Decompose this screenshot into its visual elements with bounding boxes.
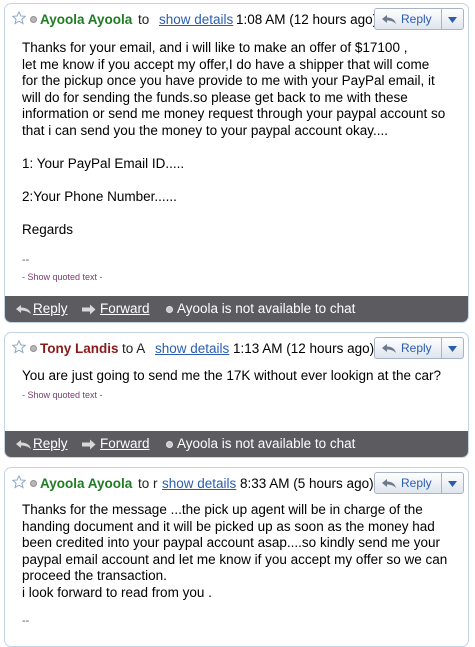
show-quoted-text-link[interactable]: - Show quoted text - — [22, 269, 448, 286]
message-header[interactable]: Ayoola Ayoola to r show details 8:33 AM … — [5, 468, 468, 498]
footer-reply-link[interactable]: Reply — [33, 301, 68, 316]
recipient-text: to — [138, 12, 150, 27]
recipient-text: to A — [122, 341, 146, 356]
reply-button-label: Reply — [401, 476, 432, 490]
footer-reply-link[interactable]: Reply — [33, 436, 68, 451]
recipient-text: to r — [138, 476, 158, 491]
body-line: been credited into your paypal account a… — [22, 535, 440, 550]
reply-button[interactable]: Reply — [374, 8, 442, 30]
body-line: 2:Your Phone Number...... — [22, 188, 177, 204]
chat-status-icon — [166, 441, 173, 448]
body-line — [22, 205, 448, 222]
reply-button-label: Reply — [401, 12, 432, 26]
presence-status-icon — [30, 480, 37, 487]
reply-button-label: Reply — [401, 341, 432, 355]
signature-separator: -- — [22, 615, 30, 627]
reply-arrow-icon — [382, 15, 396, 24]
message-card: Ayoola Ayoola to r show details 8:33 AM … — [4, 467, 469, 647]
dropdown-arrow-icon — [448, 17, 457, 23]
body-line: let me know if you accept my offer,I do … — [22, 56, 430, 72]
more-options-button[interactable] — [442, 337, 464, 359]
message-body: Thanks for the message ...the pick up ag… — [5, 498, 468, 630]
body-line: that i can send you the money to your pa… — [22, 122, 388, 138]
reply-arrow-icon — [16, 440, 31, 449]
body-line: will do for sending the funds.so please … — [22, 89, 408, 105]
sender-name[interactable]: Tony Landis — [40, 341, 119, 356]
message-date: 8:33 AM (5 hours ago) — [240, 476, 374, 491]
chat-status-text: Ayoola is not available to chat — [177, 301, 356, 316]
message-card: Tony Landis to A show details 1:13 AM (1… — [4, 332, 469, 458]
footer-forward-link[interactable]: Forward — [100, 436, 150, 451]
message-date: 1:08 AM (12 hours ago) — [236, 12, 378, 27]
message-header[interactable]: Tony Landis to A show details 1:13 AM (1… — [5, 333, 468, 363]
sender-name[interactable]: Ayoola Ayoola — [40, 12, 132, 27]
message-header[interactable]: Ayoola Ayoola to show details 1:08 AM (1… — [5, 4, 468, 34]
body-line: You are just going to send me the 17K wi… — [22, 368, 442, 383]
body-line: for the pickup once you have provide to … — [22, 73, 435, 88]
star-icon[interactable] — [12, 340, 26, 354]
presence-status-icon — [30, 345, 37, 352]
message-footer: Reply Forward Ayoola is not available to… — [5, 431, 468, 457]
message-card: Ayoola Ayoola to show details 1:08 AM (1… — [4, 3, 469, 323]
chat-status-text: Ayoola is not available to chat — [177, 436, 356, 451]
show-details-link[interactable]: show details — [162, 476, 236, 491]
body-line: 1: Your PayPal Email ID..... — [22, 155, 185, 171]
body-line: Thanks for your email, and i will like t… — [22, 40, 408, 55]
message-date: 1:13 AM (12 hours ago) — [233, 341, 375, 356]
reply-button[interactable]: Reply — [374, 337, 442, 359]
body-line: handing document and it will be picked u… — [22, 518, 435, 534]
show-details-link[interactable]: show details — [159, 12, 233, 27]
message-body: Thanks for your email, and i will like t… — [5, 34, 468, 285]
body-line — [22, 139, 448, 156]
chat-status-icon — [166, 306, 173, 313]
star-icon[interactable] — [12, 475, 26, 489]
presence-status-icon — [30, 16, 37, 23]
footer-forward-link[interactable]: Forward — [100, 301, 150, 316]
body-line: information or send me money request thr… — [22, 106, 446, 121]
body-line: Thanks for the message ...the pick up ag… — [22, 502, 423, 517]
reply-arrow-icon — [382, 479, 396, 488]
dropdown-arrow-icon — [448, 481, 457, 487]
forward-arrow-icon — [82, 304, 96, 315]
more-options-button[interactable] — [442, 8, 464, 30]
body-line: i look forward to read from you . — [22, 584, 212, 600]
dropdown-arrow-icon — [448, 346, 457, 352]
star-icon[interactable] — [12, 11, 26, 25]
show-quoted-text-link[interactable]: - Show quoted text - — [22, 387, 448, 404]
body-line: Regards — [22, 221, 74, 237]
signature-separator: -- — [22, 254, 30, 266]
sender-name[interactable]: Ayoola Ayoola — [40, 476, 132, 491]
reply-arrow-icon — [16, 305, 31, 314]
forward-arrow-icon — [82, 439, 96, 450]
message-footer: Reply Forward Ayoola is not available to… — [5, 296, 468, 322]
message-body: You are just going to send me the 17K wi… — [5, 363, 468, 403]
reply-button[interactable]: Reply — [374, 472, 442, 494]
body-line: paypal email account and let me know if … — [22, 551, 448, 567]
body-line — [22, 172, 448, 189]
show-details-link[interactable]: show details — [155, 341, 229, 356]
more-options-button[interactable] — [442, 472, 464, 494]
body-line: proceed the transaction. — [22, 568, 167, 583]
reply-arrow-icon — [382, 344, 396, 353]
